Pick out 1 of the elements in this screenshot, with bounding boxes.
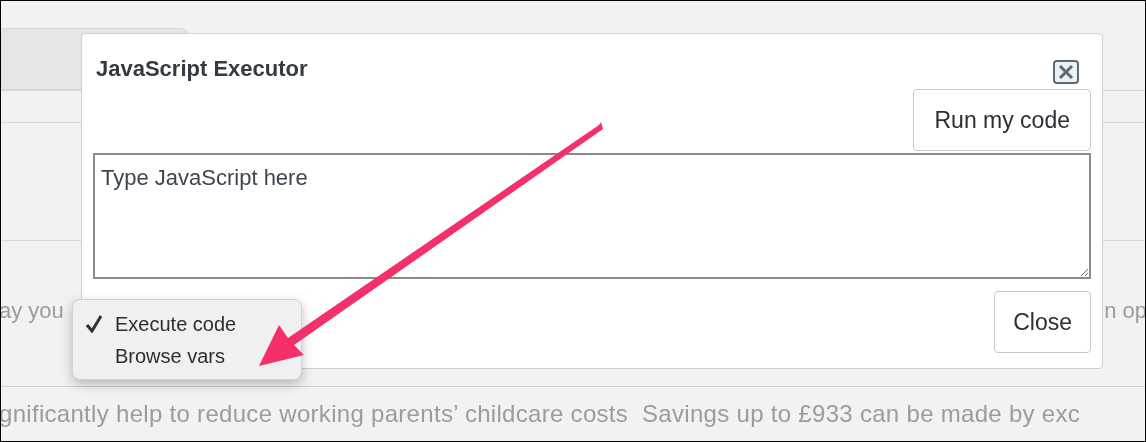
dialog-title: JavaScript Executor — [96, 55, 308, 83]
